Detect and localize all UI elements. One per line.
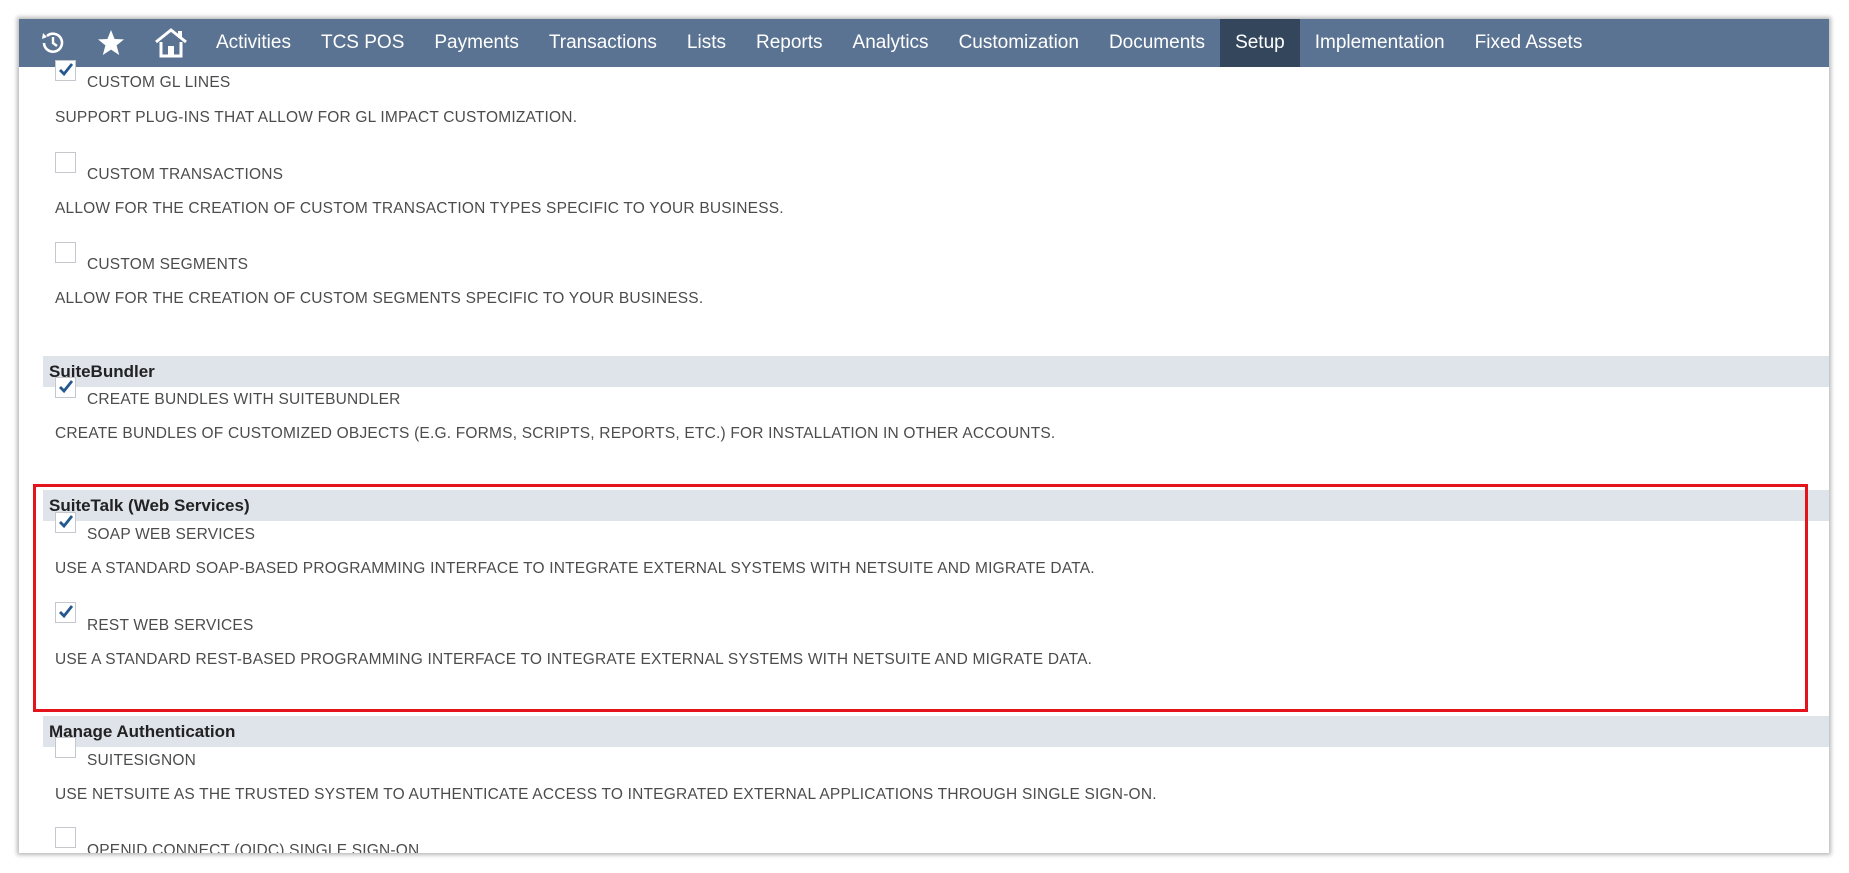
manage-authentication-section-header: Manage Authentication xyxy=(43,716,1829,747)
nav-reports[interactable]: Reports xyxy=(741,19,838,67)
custom-transactions-label: CUSTOM TRANSACTIONS xyxy=(87,166,284,183)
home-icon[interactable] xyxy=(141,19,201,67)
nav-documents[interactable]: Documents xyxy=(1094,19,1220,67)
nav-fixed-assets[interactable]: Fixed Assets xyxy=(1460,19,1598,67)
suitetalk-highlight-box xyxy=(33,484,1808,712)
custom-transactions-description: ALLOW FOR THE CREATION OF CUSTOM TRANSAC… xyxy=(55,200,784,217)
suitesignon-description: USE NETSUITE AS THE TRUSTED SYSTEM TO AU… xyxy=(55,786,1157,803)
oidc-sso-checkbox[interactable] xyxy=(55,827,76,848)
custom-gl-lines-checkbox[interactable] xyxy=(55,60,76,81)
nav-implementation[interactable]: Implementation xyxy=(1300,19,1460,67)
nav-customization[interactable]: Customization xyxy=(944,19,1094,67)
custom-segments-description: ALLOW FOR THE CREATION OF CUSTOM SEGMENT… xyxy=(55,290,704,307)
create-bundles-checkbox[interactable] xyxy=(55,377,76,398)
custom-transactions-checkbox[interactable] xyxy=(55,152,76,173)
nav-tcs-pos[interactable]: TCS POS xyxy=(306,19,419,67)
create-bundles-label: CREATE BUNDLES WITH SUITEBUNDLER xyxy=(87,391,401,408)
custom-gl-lines-label: CUSTOM GL LINES xyxy=(87,74,231,91)
suitebundler-section-header: SuiteBundler xyxy=(43,356,1829,387)
nav-activities[interactable]: Activities xyxy=(201,19,306,67)
custom-segments-label: CUSTOM SEGMENTS xyxy=(87,256,249,273)
nav-analytics[interactable]: Analytics xyxy=(838,19,944,67)
oidc-sso-label: OPENID CONNECT (OIDC) SINGLE SIGN-ON xyxy=(87,842,420,853)
custom-gl-lines-description: SUPPORT PLUG-INS THAT ALLOW FOR GL IMPAC… xyxy=(55,109,578,126)
nav-lists[interactable]: Lists xyxy=(672,19,741,67)
custom-segments-checkbox[interactable] xyxy=(55,242,76,263)
enable-features-content: CUSTOM GL LINES SUPPORT PLUG-INS THAT AL… xyxy=(19,60,1829,853)
suitesignon-label: SUITESIGNON xyxy=(87,752,196,769)
suitesignon-checkbox[interactable] xyxy=(55,737,76,758)
nav-setup[interactable]: Setup xyxy=(1220,19,1300,67)
top-navigation-bar: Activities TCS POS Payments Transactions… xyxy=(19,19,1829,67)
netsuite-window: Activities TCS POS Payments Transactions… xyxy=(19,19,1829,853)
star-icon[interactable] xyxy=(81,19,141,67)
create-bundles-description: CREATE BUNDLES OF CUSTOMIZED OBJECTS (E.… xyxy=(55,425,1056,442)
nav-transactions[interactable]: Transactions xyxy=(534,19,672,67)
nav-payments[interactable]: Payments xyxy=(419,19,533,67)
